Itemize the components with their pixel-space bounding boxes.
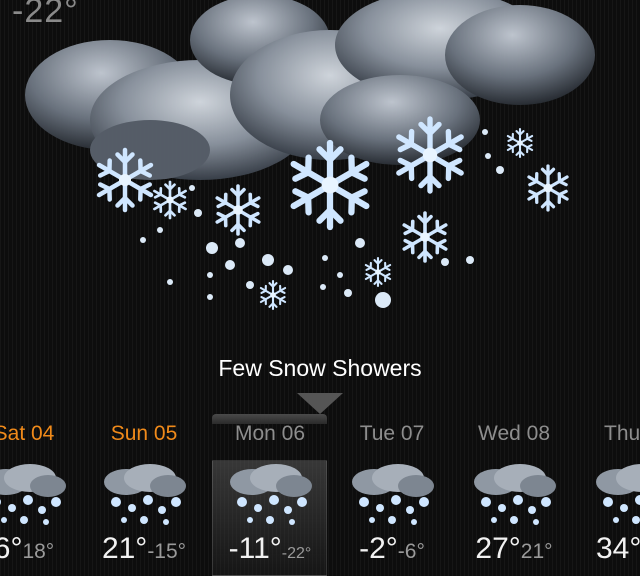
forecast-row: Sat 04 6°18° Sun 05 21°-15° Mon 06 -11°-… <box>0 420 640 576</box>
day-name: Tue 07 <box>359 422 425 445</box>
day-name: Mon 06 <box>234 422 306 445</box>
high-temperature: 6° <box>0 532 23 565</box>
selection-arrow-indicator <box>297 393 343 414</box>
snow-showers-icon <box>352 464 434 525</box>
low-temperature: -22° <box>281 545 312 562</box>
forecast-day-sun[interactable]: Sun 05 21°-15° <box>82 420 206 576</box>
day-name: Wed 08 <box>478 422 550 445</box>
forecast-day-tue[interactable]: Tue 07 -2°-6° <box>330 420 454 576</box>
day-temperatures: -2°-6° <box>330 532 454 566</box>
snow-showers-icon <box>230 464 312 525</box>
forecast-day-wed[interactable]: Wed 08 27°21° <box>452 420 576 576</box>
snow-showers-icon <box>0 464 66 525</box>
day-temperatures: 27°21° <box>452 532 576 566</box>
day-temperatures: 34° <box>596 532 640 566</box>
high-temperature: 27° <box>475 532 521 565</box>
snow-showers-icon <box>104 464 186 525</box>
forecast-day-thu[interactable]: Thu 34° <box>574 420 640 576</box>
snow-showers-icon <box>474 464 556 525</box>
forecast-day-sat[interactable]: Sat 04 6°18° <box>0 420 86 576</box>
high-temperature: 21° <box>101 532 148 565</box>
day-name: Thu <box>604 422 640 445</box>
snow-showers-icon <box>25 0 595 311</box>
forecast-day-mon[interactable]: Mon 06 -11°-22° <box>208 420 332 576</box>
high-temperature: 34° <box>596 532 640 565</box>
low-temperature: -6° <box>397 540 425 563</box>
low-temperature: 18° <box>22 540 55 563</box>
low-temperature: -15° <box>147 540 187 563</box>
day-name: Sun 05 <box>110 422 178 445</box>
high-temperature: -11° <box>228 532 282 565</box>
day-temperatures: 21°-15° <box>82 532 206 566</box>
condition-label: Few Snow Showers <box>218 355 422 381</box>
snow-showers-icon <box>596 464 640 524</box>
day-name: Sat 04 <box>0 422 55 445</box>
day-temperatures: -11°-22° <box>208 532 332 566</box>
low-temperature: 21° <box>520 540 553 563</box>
day-temperatures: 6°18° <box>0 532 86 566</box>
high-temperature: -2° <box>359 532 398 565</box>
